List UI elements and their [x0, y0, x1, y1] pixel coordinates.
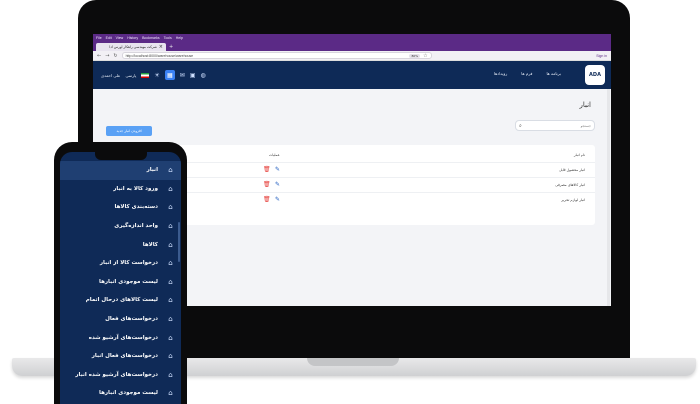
close-tab-icon[interactable]: × — [159, 44, 163, 50]
browser-tabstrip: شرکت مهندسی راهکار آورس آدا × + — [93, 41, 611, 51]
phone-screen: انبار ⌂ ورود کالا به انبار ⌂ دسته‌بندی ک… — [60, 152, 181, 404]
sidebar-item-label: کالاها — [142, 241, 158, 248]
sidebar-item-running-out[interactable]: لیست کالاهای درحال اتمام ⌂ — [60, 291, 181, 310]
sidebar-item-goods[interactable]: کالاها ⌂ — [60, 235, 181, 254]
menu-tools[interactable]: Tools — [164, 36, 172, 40]
user-name[interactable]: علی احمدی — [101, 73, 120, 78]
warehouse-icon: ⌂ — [168, 352, 173, 361]
sidebar-item-goods-entry[interactable]: ورود کالا به انبار ⌂ — [60, 180, 181, 199]
tab-title: شرکت مهندسی راهکار آورس آدا — [109, 45, 157, 49]
edit-icon[interactable]: ✎ — [275, 181, 280, 188]
row-name: انبار کالاهای مصرفی — [555, 183, 585, 187]
zoom-level[interactable]: 80% — [409, 53, 421, 58]
sidebar-item-label: درخواست‌های آرشیو شده — [88, 334, 158, 341]
warehouse-icon: ⌂ — [168, 333, 173, 342]
column-header-operations: عملیات — [269, 153, 280, 157]
edit-icon[interactable]: ✎ — [275, 166, 280, 173]
laptop-notch — [307, 358, 399, 366]
delete-icon[interactable]: 🗑 — [263, 181, 271, 188]
iran-flag-icon[interactable] — [141, 72, 150, 78]
sidebar-item-label: درخواست‌های فعال انبار — [91, 353, 158, 360]
sidebar-item-warehouse-active-requests[interactable]: درخواست‌های فعال انبار ⌂ — [60, 347, 181, 366]
header-menu-apps[interactable]: برنامه ها — [546, 71, 561, 76]
page-scrollbar[interactable] — [607, 89, 610, 306]
menu-view[interactable]: View — [116, 36, 124, 40]
search-placeholder: جستجو — [580, 123, 591, 128]
sidebar-item-label: لیست کالاهای درحال اتمام — [85, 297, 158, 304]
bookmark-star-icon[interactable]: ☆ — [423, 53, 427, 59]
header-menu: برنامه ها فرم ها رویدادها — [494, 71, 561, 76]
add-warehouse-button[interactable]: افزودن انبار جدید — [106, 126, 152, 136]
row-name: انبار محصول قابل — [559, 168, 585, 172]
warehouse-icon: ⌂ — [168, 166, 173, 175]
new-tab-icon[interactable]: + — [169, 45, 173, 50]
menu-edit[interactable]: Edit — [106, 36, 112, 40]
warehouse-icon: ⌂ — [168, 222, 173, 231]
browser-tab[interactable]: شرکت مهندسی راهکار آورس آدا × — [96, 43, 166, 51]
browser-menubar: File Edit View History Bookmarks Tools H… — [93, 34, 611, 41]
sidebar-item-label: لیست موجودی انبارها — [99, 390, 158, 397]
url-bar[interactable]: http://localhost:8000/warehouse/warehous… — [121, 52, 432, 59]
sidebar-item-label: درخواست‌های آرشیو شده انبار — [75, 371, 158, 378]
page-title: انبار — [579, 101, 591, 109]
column-header-name: نام انبار — [573, 153, 585, 157]
warehouse-icon: ⌂ — [168, 370, 173, 379]
warehouse-icon: ⌂ — [168, 240, 173, 249]
message-icon[interactable]: ✉ — [180, 72, 185, 79]
browser-navbar: ← → ↻ http://localhost:8000/warehouse/wa… — [93, 51, 611, 61]
sidebar-scrollbar[interactable] — [178, 222, 180, 262]
menu-file[interactable]: File — [96, 36, 102, 40]
sidebar-item-label: ورود کالا به انبار — [113, 185, 158, 192]
sidebar-item-label: انبار — [146, 167, 158, 174]
phone-notch — [95, 152, 147, 160]
search-input[interactable]: جستجو ⌕ — [515, 120, 595, 131]
apps-grid-icon[interactable]: ▦ — [164, 70, 175, 80]
row-name: انبار لوازم تحریر — [561, 198, 585, 202]
app-header: علی احمدی پارسی ☀ ▦ ✉ ▣ ◍ برنامه ها فرم … — [93, 61, 611, 89]
warehouse-icon: ⌂ — [168, 315, 173, 324]
forward-icon[interactable]: → — [105, 53, 109, 59]
sidebar-item-warehouse-archived-requests[interactable]: درخواست‌های آرشیو شده انبار ⌂ — [60, 366, 181, 385]
warehouse-icon: ⌂ — [168, 259, 173, 268]
delete-icon[interactable]: 🗑 — [263, 166, 271, 173]
sidebar-item-active-requests[interactable]: درخواست‌های فعال ⌂ — [60, 310, 181, 329]
sidebar-item-units[interactable]: واحد اندازه‌گیری ⌂ — [60, 217, 181, 236]
sidebar-item-inventory[interactable]: لیست موجودی انبارها ⌂ — [60, 273, 181, 292]
edit-icon[interactable]: ✎ — [275, 196, 280, 203]
calendar-icon[interactable]: ▣ — [190, 72, 196, 79]
menu-bookmarks[interactable]: Bookmarks — [142, 36, 160, 40]
menu-help[interactable]: Help — [176, 36, 183, 40]
header-menu-forms[interactable]: فرم ها — [521, 71, 532, 76]
sidebar-menu: انبار ⌂ ورود کالا به انبار ⌂ دسته‌بندی ک… — [60, 161, 181, 403]
sidebar-item-label: درخواست‌های فعال — [105, 316, 158, 323]
theme-sun-icon[interactable]: ☀ — [154, 72, 159, 79]
notification-icon[interactable]: ◍ — [201, 72, 206, 79]
sidebar-item-archived-requests[interactable]: درخواست‌های آرشیو شده ⌂ — [60, 328, 181, 347]
header-tools: علی احمدی پارسی ☀ ▦ ✉ ▣ ◍ — [101, 70, 206, 80]
warehouse-icon: ⌂ — [168, 277, 173, 286]
header-menu-events[interactable]: رویدادها — [494, 71, 507, 76]
sidebar-item-label: درخواست کالا از انبار — [99, 260, 158, 267]
reload-icon[interactable]: ↻ — [113, 53, 117, 59]
warehouse-icon: ⌂ — [168, 203, 173, 212]
sidebar-item-goods-request[interactable]: درخواست کالا از انبار ⌂ — [60, 254, 181, 273]
sidebar-item-label: واحد اندازه‌گیری — [114, 223, 158, 230]
phone-frame: انبار ⌂ ورود کالا به انبار ⌂ دسته‌بندی ک… — [54, 142, 187, 404]
back-icon[interactable]: ← — [97, 53, 101, 59]
warehouse-icon: ⌂ — [168, 296, 173, 305]
delete-icon[interactable]: 🗑 — [263, 196, 271, 203]
app-logo[interactable]: ADA — [585, 65, 605, 85]
sign-in-button[interactable]: Sign in — [596, 54, 607, 58]
sidebar-item-label: لیست موجودی انبارها — [99, 278, 158, 285]
language-label[interactable]: پارسی — [125, 73, 136, 78]
menu-history[interactable]: History — [127, 36, 138, 40]
search-icon[interactable]: ⌕ — [519, 123, 522, 129]
warehouse-icon: ⌂ — [168, 389, 173, 398]
sidebar-item-categories[interactable]: دسته‌بندی کالاها ⌂ — [60, 198, 181, 217]
url-text: http://localhost:8000/warehouse/warehous… — [125, 53, 194, 58]
sidebar-item-warehouse[interactable]: انبار ⌂ — [60, 161, 181, 180]
sidebar-item-label: دسته‌بندی کالاها — [114, 204, 159, 211]
warehouse-icon: ⌂ — [168, 184, 173, 193]
